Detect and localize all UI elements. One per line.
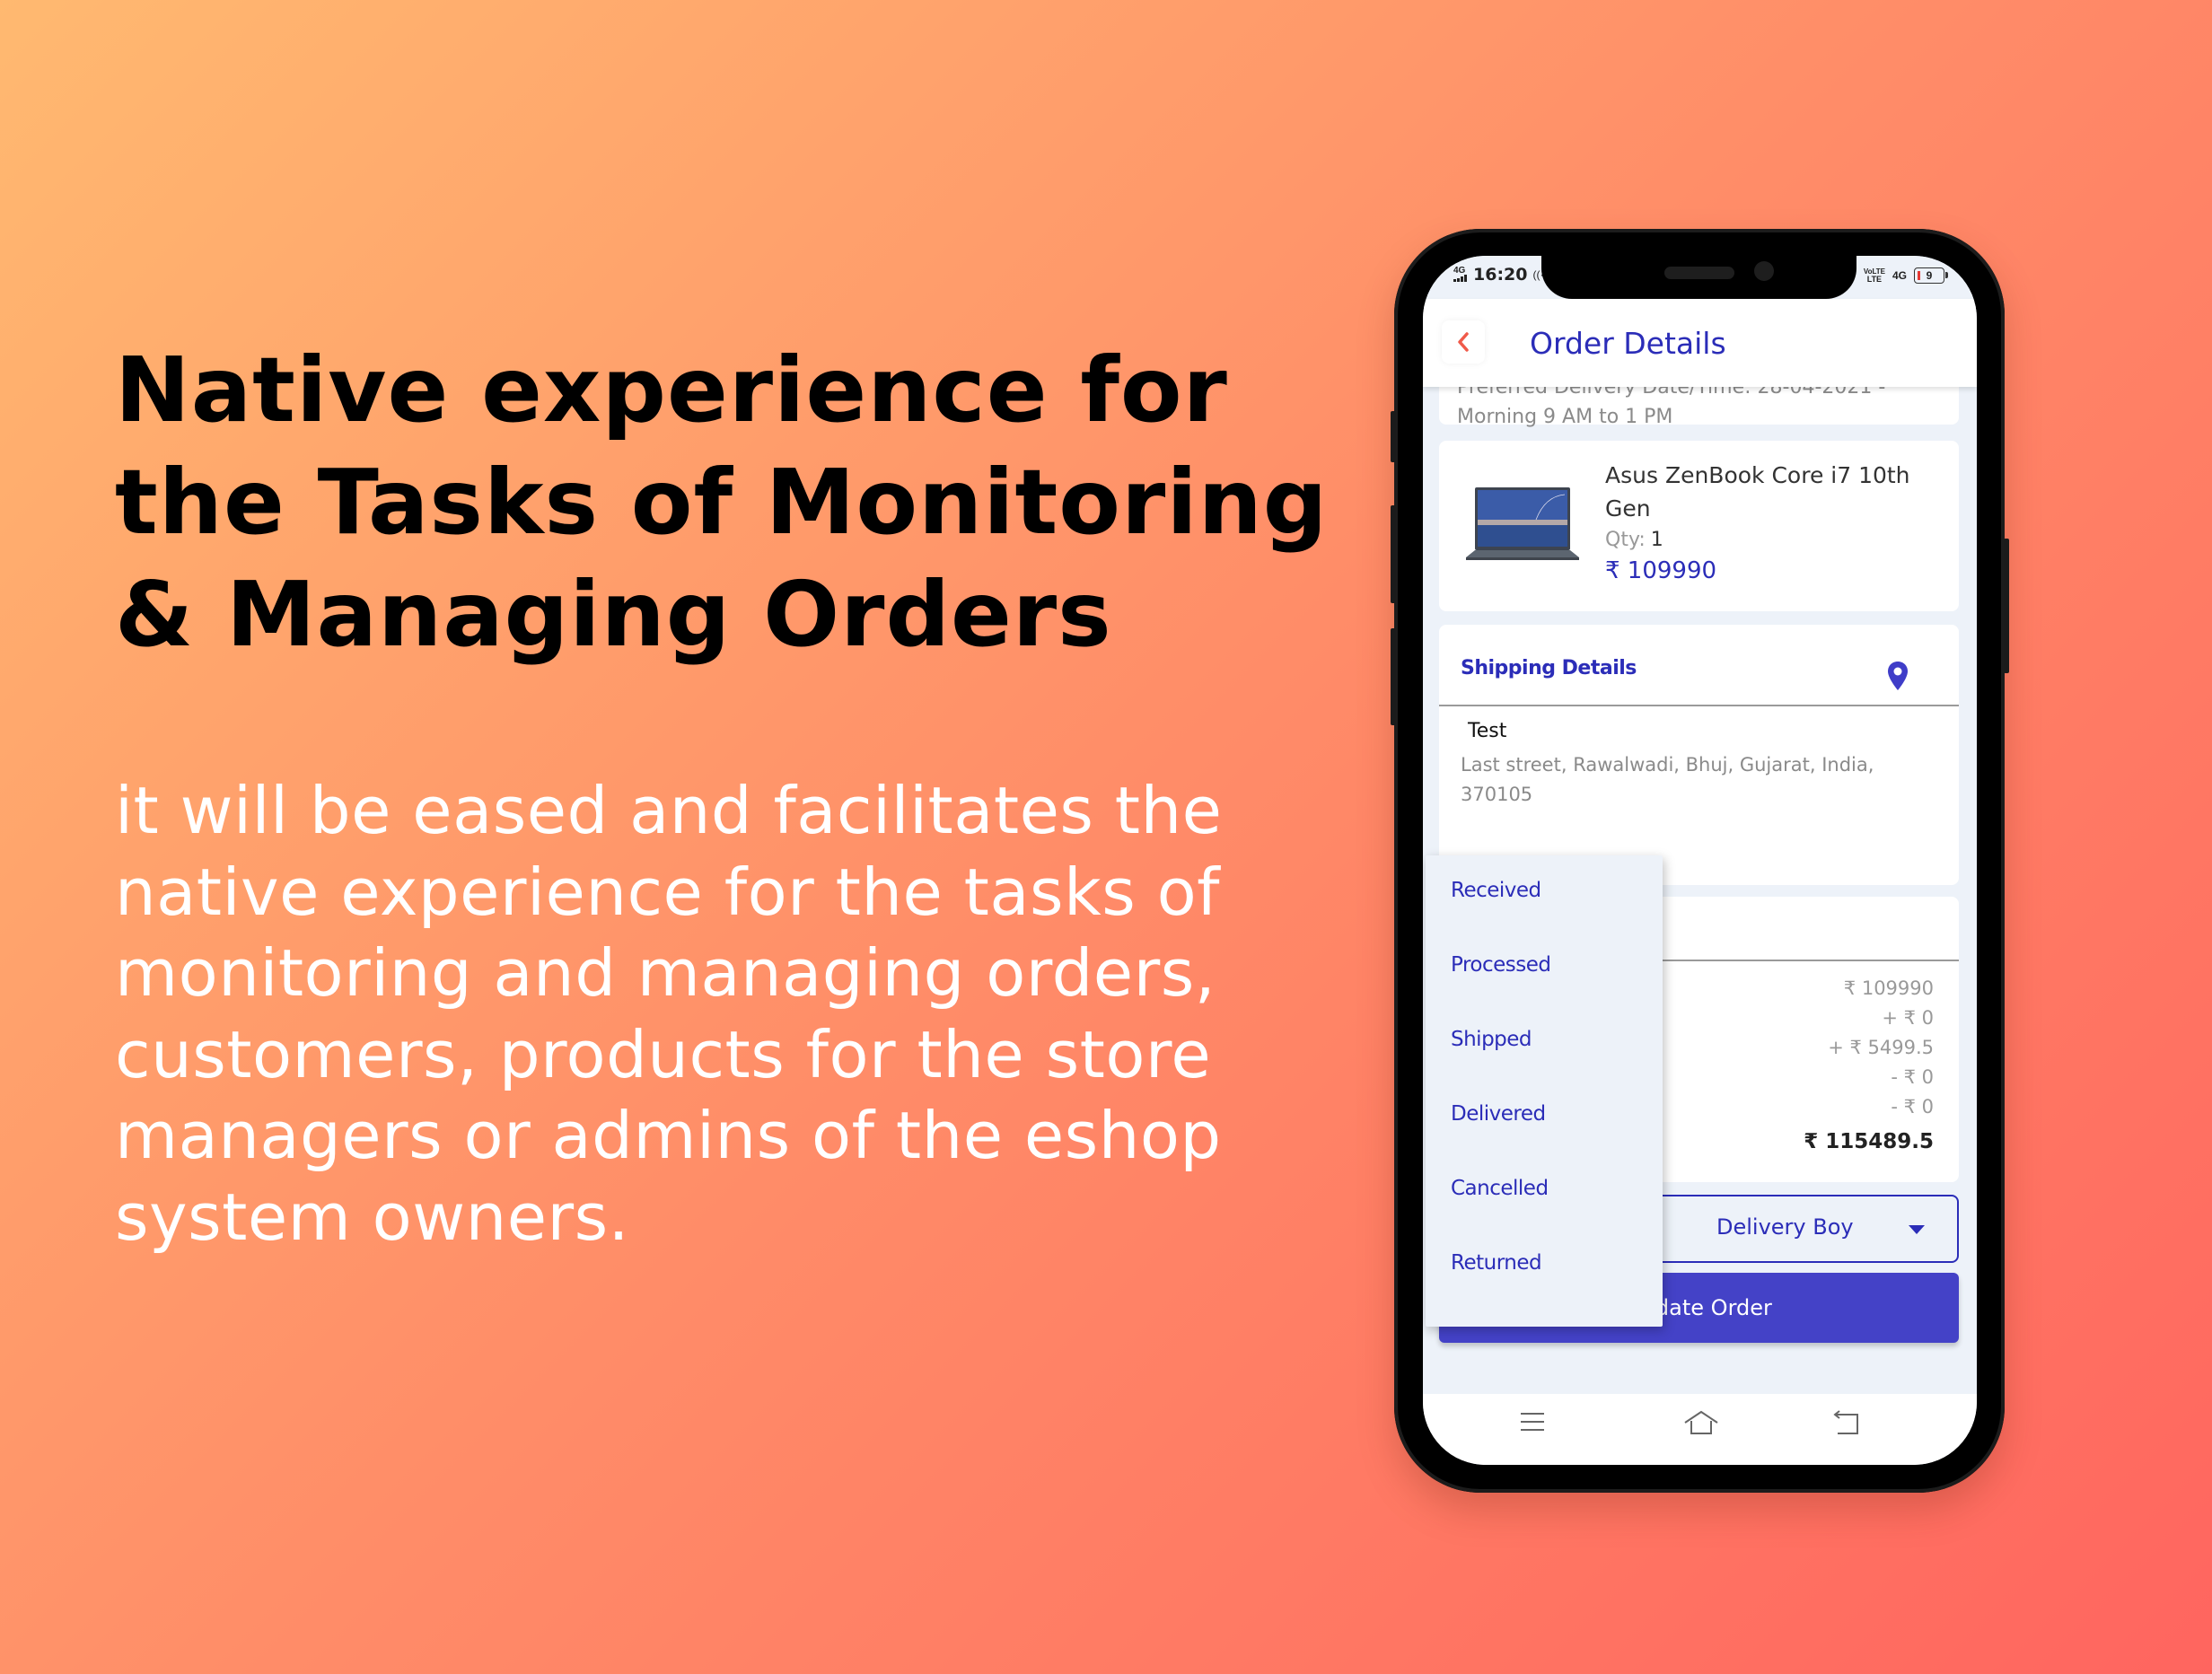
back-icon[interactable] <box>1832 1410 1861 1435</box>
home-icon[interactable] <box>1683 1410 1719 1435</box>
battery-level: 9 <box>1926 269 1933 282</box>
hero-title: Native experience for the Tasks of Monit… <box>115 334 1336 670</box>
hero-body-line: customers, products for the store <box>115 1016 1212 1092</box>
hero-body-line: it will be eased and facilitates the <box>115 773 1223 848</box>
back-button[interactable] <box>1442 320 1485 364</box>
order-status-dropdown: Received Processed Shipped Delivered Can… <box>1426 855 1663 1327</box>
hero-body-line: managers or admins of the eshop <box>115 1098 1222 1173</box>
status-option-cancelled[interactable]: Cancelled <box>1451 1177 1549 1200</box>
hero-title-line: & Managing Orders <box>115 562 1112 667</box>
front-camera <box>1754 261 1774 281</box>
total-value: ₹ 115489.5 <box>1804 1130 1934 1153</box>
customer-name: Test <box>1468 720 1507 742</box>
tax-value: + ₹ 5499.5 <box>1828 1037 1934 1058</box>
hero-description: it will be eased and facilitates the nat… <box>115 770 1354 1258</box>
caret-down-icon <box>1909 1225 1925 1234</box>
wallet-value: - ₹ 0 <box>1891 1096 1934 1117</box>
shipping-card: Shipping Details Test Last street, Rawal… <box>1439 625 1959 885</box>
status-option-delivered[interactable]: Delivered <box>1451 1102 1546 1126</box>
app-header: Order Details <box>1423 299 1977 387</box>
delivery-charge-value: + ₹ 0 <box>1882 1007 1934 1029</box>
delivery-boy-value: Delivery Boy <box>1716 1214 1854 1240</box>
phone-power-button <box>2004 539 2009 673</box>
status-option-returned[interactable]: Returned <box>1451 1251 1542 1275</box>
battery-icon: 9 <box>1914 267 1948 284</box>
status-time: 16:20 <box>1473 265 1528 285</box>
discount-value: - ₹ 0 <box>1891 1066 1934 1088</box>
hero-title-line: Native experience for <box>115 337 1228 443</box>
shipping-title: Shipping Details <box>1461 657 1637 679</box>
divider <box>1439 705 1959 706</box>
menu-icon[interactable] <box>1519 1410 1546 1433</box>
preferred-delivery-line: Morning 9 AM to 1 PM <box>1457 406 1673 428</box>
network-4g-icon: 4G <box>1892 268 1907 282</box>
hero-body-line: monitoring and managing orders, <box>115 935 1216 1011</box>
hero-body-line: native experience for the tasks of <box>115 854 1221 930</box>
product-qty: Qty: 1 <box>1605 529 1663 551</box>
system-nav-bar <box>1423 1394 1977 1465</box>
phone-screen: 4G 16:20 ((·)) VoLTE LTE 4G 9 Order Deta… <box>1423 256 1977 1465</box>
product-price: ₹ 109990 <box>1605 557 1717 584</box>
signal-icon: 4G <box>1453 266 1468 284</box>
phone-volume-up-button <box>1391 505 1396 603</box>
phone-notch <box>1541 256 1856 299</box>
phone-volume-down-button <box>1391 628 1396 725</box>
laptop-image <box>1466 487 1579 560</box>
chevron-left-icon <box>1458 332 1469 352</box>
summary-values: ₹ 109990 + ₹ 0 + ₹ 5499.5 - ₹ 0 - ₹ 0 ₹ … <box>1804 974 1934 1157</box>
qty-value: 1 <box>1650 529 1663 551</box>
product-card[interactable]: Asus ZenBook Core i7 10th Gen Qty: 1 ₹ 10… <box>1439 441 1959 611</box>
subtotal-value: ₹ 109990 <box>1843 977 1934 999</box>
qty-label: Qty: <box>1605 529 1646 551</box>
page-title: Order Details <box>1530 326 1726 361</box>
status-option-shipped[interactable]: Shipped <box>1451 1028 1532 1051</box>
phone-side-button <box>1391 411 1396 462</box>
volte-icon: VoLTE LTE <box>1863 267 1885 284</box>
shipping-address: Last street, Rawalwadi, Bhuj, Gujarat, I… <box>1461 754 1874 805</box>
product-name: Asus ZenBook Core i7 10th Gen <box>1605 462 1910 521</box>
status-option-processed[interactable]: Processed <box>1451 953 1551 977</box>
hero-title-line: the Tasks of Monitoring <box>115 450 1329 555</box>
status-option-received[interactable]: Received <box>1451 879 1541 902</box>
speaker-grille <box>1664 267 1734 279</box>
map-pin-icon[interactable] <box>1887 661 1909 691</box>
hero-body-line: system owners. <box>115 1179 630 1255</box>
